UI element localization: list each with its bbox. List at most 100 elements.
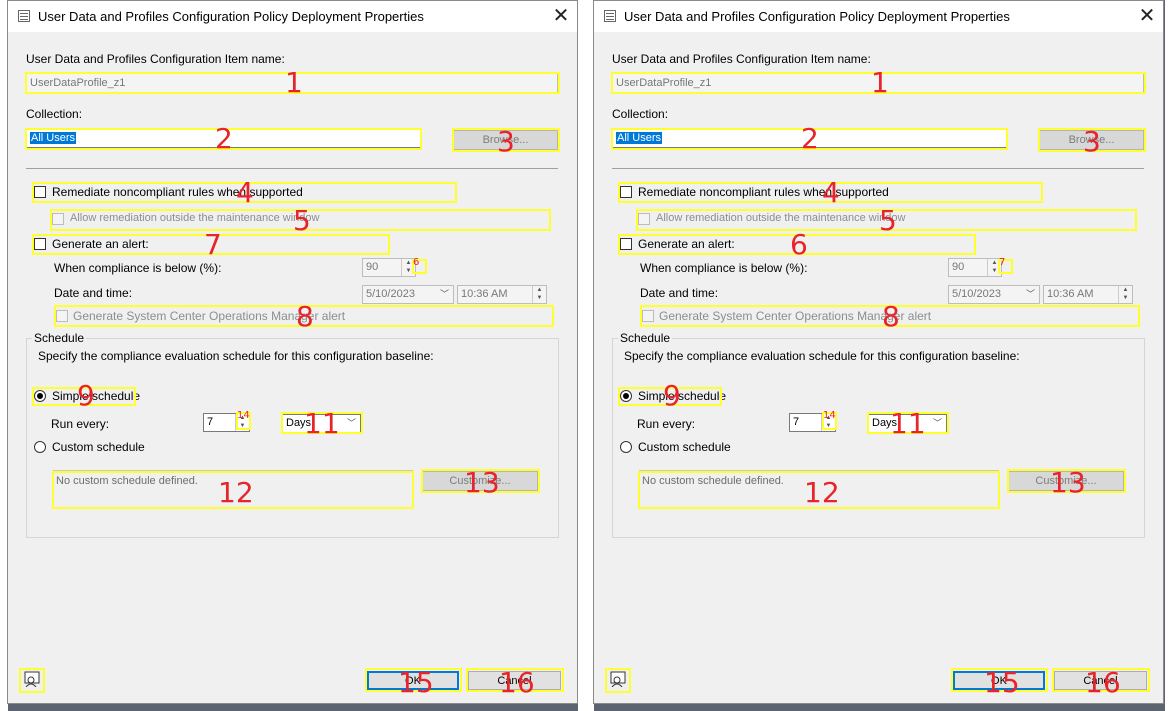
generate-alert-checkbox[interactable] <box>620 238 632 250</box>
window-icon <box>18 10 30 22</box>
run-every-label: Run every: <box>637 417 696 431</box>
annotation-number: 1 <box>285 66 303 99</box>
compliance-below-label: When compliance is below (%): <box>640 261 808 275</box>
generate-alert-checkbox[interactable] <box>34 238 46 250</box>
compliance-value: 90 <box>952 261 965 273</box>
date-picker[interactable]: 5/10/2023 ﹀ <box>362 285 454 304</box>
background-app <box>578 0 594 711</box>
run-every-label: Run every: <box>51 417 110 431</box>
scom-alert-checkbox[interactable] <box>642 310 654 322</box>
collection-value: All Users <box>616 132 663 144</box>
annotation-number: 6 <box>790 228 808 261</box>
annotation-number: 7 <box>204 228 222 261</box>
title-bar[interactable]: User Data and Profiles Configuration Pol… <box>594 1 1163 32</box>
spinner-arrows-icon[interactable]: ▲ ▼ <box>532 286 546 303</box>
annotation-number: 3 <box>497 125 515 158</box>
annotation-number: 9 <box>77 379 95 412</box>
annotation-number: 4 <box>236 176 254 209</box>
annotation-number: 13 <box>1050 466 1086 499</box>
deployment-properties-dialog-left: User Data and Profiles Configuration Pol… <box>7 0 578 704</box>
item-name-label: User Data and Profiles Configuration Ite… <box>612 52 871 66</box>
annotation-number: 5 <box>879 204 897 237</box>
generate-alert-label: Generate an alert: <box>638 237 735 251</box>
compliance-spinner[interactable]: 90 ▲ ▼ <box>948 258 1002 277</box>
annotation-number: 12 <box>804 476 840 509</box>
allow-remediation-label: Allow remediation outside the maintenanc… <box>70 212 320 224</box>
annotation-number: 1 <box>871 66 889 99</box>
separator <box>612 168 1144 169</box>
user-help-icon[interactable] <box>610 671 626 687</box>
simple-schedule-label: Simple schedule <box>52 389 141 403</box>
chevron-down-icon: ﹀ <box>346 418 356 428</box>
annotation-number: 11 <box>304 407 340 440</box>
user-help-icon[interactable] <box>24 671 40 687</box>
annotation-number: 14 <box>237 410 250 421</box>
time-picker[interactable]: 10:36 AM ▲ ▼ <box>457 285 547 304</box>
schedule-group-title: Schedule <box>618 331 673 345</box>
run-every-value: 7 <box>793 416 800 428</box>
annotation-number: 2 <box>215 122 233 155</box>
collection-value: All Users <box>30 132 77 144</box>
allow-remediation-label: Allow remediation outside the maintenanc… <box>656 212 906 224</box>
simple-schedule-radio[interactable] <box>620 390 632 402</box>
date-picker[interactable]: 5/10/2023 ﹀ <box>948 285 1040 304</box>
remediate-label: Remediate noncompliant rules when suppor… <box>52 185 303 199</box>
allow-remediation-checkbox[interactable] <box>638 213 650 225</box>
annotation-number: 11 <box>890 407 926 440</box>
custom-schedule-radio[interactable] <box>34 441 46 453</box>
annotation-number: 13 <box>464 466 500 499</box>
collection-label: Collection: <box>26 107 83 121</box>
compliance-spinner[interactable]: 90 ▲ ▼ <box>362 258 416 277</box>
simple-schedule-radio[interactable] <box>34 390 46 402</box>
annotation-number: 15 <box>398 666 434 699</box>
date-value: 5/10/2023 <box>952 288 1001 300</box>
remediate-label: Remediate noncompliant rules when suppor… <box>638 185 889 199</box>
remediate-checkbox[interactable] <box>34 186 46 198</box>
annotation-number: 9 <box>663 379 681 412</box>
annotation-number: 4 <box>822 176 840 209</box>
annotation-number: 15 <box>984 666 1020 699</box>
dialog-title: User Data and Profiles Configuration Pol… <box>38 9 424 24</box>
schedule-description: Specify the compliance evaluation schedu… <box>624 349 1020 363</box>
custom-schedule-label: Custom schedule <box>638 440 731 454</box>
separator <box>26 168 558 169</box>
dialog-title: User Data and Profiles Configuration Pol… <box>624 9 1010 24</box>
annotation-number: 8 <box>882 300 900 333</box>
item-name-label: User Data and Profiles Configuration Ite… <box>26 52 285 66</box>
run-every-value: 7 <box>207 416 214 428</box>
annotation-number: 16 <box>499 666 535 699</box>
allow-remediation-checkbox[interactable] <box>52 213 64 225</box>
schedule-group-title: Schedule <box>32 331 87 345</box>
custom-schedule-radio[interactable] <box>620 441 632 453</box>
deployment-properties-dialog-right: User Data and Profiles Configuration Pol… <box>593 0 1164 704</box>
annotation-number: 6 <box>413 257 420 268</box>
simple-schedule-label: Simple schedule <box>638 389 727 403</box>
date-value: 5/10/2023 <box>366 288 415 300</box>
custom-schedule-label: Custom schedule <box>52 440 145 454</box>
spinner-arrows-icon[interactable]: ▲ ▼ <box>1118 286 1132 303</box>
title-bar[interactable]: User Data and Profiles Configuration Pol… <box>8 1 577 32</box>
time-picker[interactable]: 10:36 AM ▲ ▼ <box>1043 285 1133 304</box>
close-button[interactable]: ✕ <box>545 1 577 32</box>
time-value: 10:36 AM <box>461 288 508 300</box>
scom-alert-checkbox[interactable] <box>56 310 68 322</box>
window-icon <box>604 10 616 22</box>
close-button[interactable]: ✕ <box>1131 1 1163 32</box>
chevron-down-icon: ﹀ <box>439 289 449 299</box>
annotation-number: 2 <box>801 122 819 155</box>
remediate-checkbox[interactable] <box>620 186 632 198</box>
compliance-below-label: When compliance is below (%): <box>54 261 222 275</box>
collection-label: Collection: <box>612 107 669 121</box>
compliance-value: 90 <box>366 261 379 273</box>
schedule-description: Specify the compliance evaluation schedu… <box>38 349 434 363</box>
annotation-number: 5 <box>293 204 311 237</box>
annotation-number: 14 <box>823 410 836 421</box>
background-app <box>1165 0 1172 711</box>
annotation-number: 7 <box>999 257 1006 268</box>
chevron-down-icon: ﹀ <box>932 418 942 428</box>
chevron-down-icon: ﹀ <box>1025 289 1035 299</box>
date-time-label: Date and time: <box>54 286 133 300</box>
annotation-number: 16 <box>1085 666 1121 699</box>
generate-alert-label: Generate an alert: <box>52 237 149 251</box>
annotation-number: 12 <box>218 476 254 509</box>
